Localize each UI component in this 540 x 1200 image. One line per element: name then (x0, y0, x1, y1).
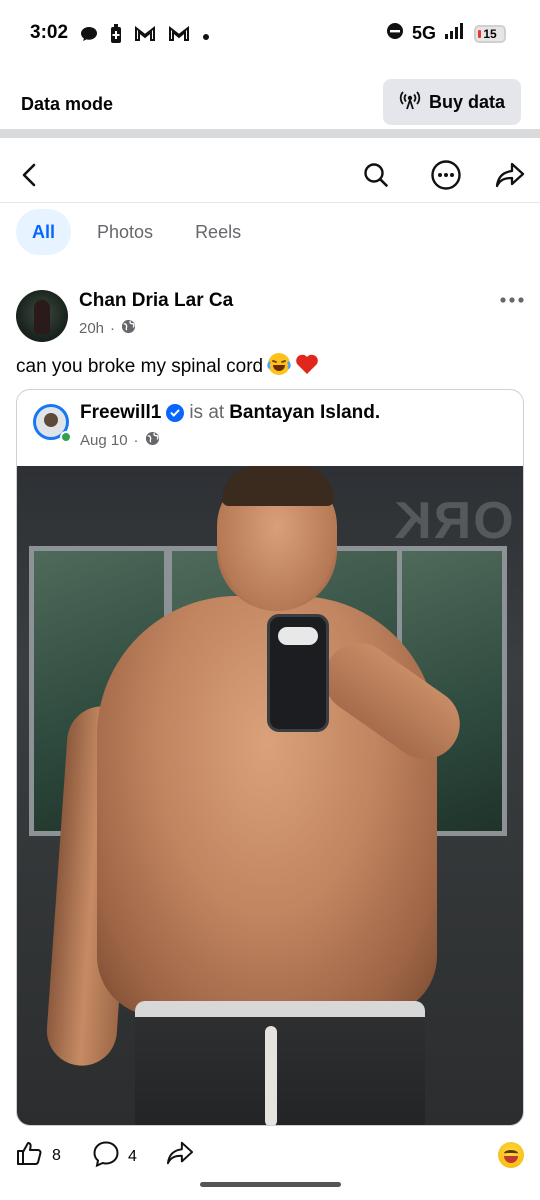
author-avatar[interactable] (16, 290, 68, 342)
more-horizontal-icon (499, 291, 525, 309)
do-not-disturb-icon (386, 22, 404, 45)
post-caption: can you broke my spinal cord (16, 356, 264, 377)
meta-separator: · (110, 320, 116, 337)
battery-saver-icon (110, 24, 122, 49)
thumbs-up-icon (16, 1140, 44, 1171)
shared-post-header: Freewill1 is at Bantayan Island. Aug 10 … (17, 390, 523, 466)
battery-icon: 15 (474, 24, 506, 43)
signal-icon (444, 22, 466, 45)
share-icon[interactable] (494, 159, 526, 191)
location-period: . (374, 402, 381, 423)
like-button[interactable]: 8 (16, 1140, 61, 1171)
globe-icon (145, 431, 160, 450)
post-more-button[interactable] (498, 290, 526, 310)
comment-count: 4 (128, 1147, 137, 1165)
home-indicator[interactable] (200, 1182, 341, 1187)
share-icon (166, 1140, 194, 1171)
shared-post-card[interactable]: Freewill1 is at Bantayan Island. Aug 10 … (16, 389, 524, 1126)
laughing-reaction-icon[interactable] (498, 1142, 524, 1168)
photo-drawstring (265, 1026, 277, 1125)
online-status-dot (60, 431, 72, 443)
gmail-icon (168, 25, 190, 47)
filter-tabs: All Photos Reels (16, 209, 257, 255)
buy-data-button[interactable]: Buy data (383, 79, 521, 125)
battery-level: 15 (483, 26, 497, 41)
comment-button[interactable]: 4 (92, 1140, 137, 1173)
laughing-crying-emoji (267, 352, 291, 382)
notification-icons (80, 24, 210, 49)
post-actions-bar: 8 4 (0, 1130, 540, 1180)
post-text: can you broke my spinal cord (16, 352, 319, 382)
photo-sign-text: ORK (392, 492, 514, 550)
gmail-icon (134, 25, 156, 47)
verified-badge-icon (166, 404, 185, 422)
globe-icon (121, 319, 136, 338)
share-post-button[interactable] (166, 1140, 194, 1171)
location-name: Bantayan Island (229, 402, 375, 423)
comment-icon (92, 1140, 120, 1173)
photo-hair (222, 466, 334, 506)
tab-reels[interactable]: Reels (179, 209, 257, 255)
shared-post-meta: Aug 10 · (80, 431, 160, 450)
chat-bubble-icon (80, 25, 98, 48)
shared-meta-separator: · (133, 432, 139, 449)
buy-data-label: Buy data (428, 91, 506, 112)
photo-phone (267, 614, 329, 732)
shared-post-date[interactable]: Aug 10 (80, 432, 128, 449)
search-icon[interactable] (360, 159, 392, 191)
like-count: 8 (52, 1146, 61, 1164)
dot-icon (202, 28, 210, 46)
post-meta: 20h · (79, 319, 136, 338)
network-label: 5G (411, 23, 436, 43)
post-time[interactable]: 20h (79, 320, 104, 337)
status-right: 5G 15 (386, 22, 506, 45)
location-link[interactable]: Bantayan Island. (229, 402, 380, 424)
broadcast-icon (399, 90, 421, 115)
data-mode-label: Data mode (21, 94, 114, 114)
status-time: 3:02 (30, 22, 69, 43)
tab-photos[interactable]: Photos (81, 209, 169, 255)
back-icon[interactable] (14, 159, 46, 191)
more-options-icon[interactable] (430, 159, 462, 191)
red-heart-emoji (295, 353, 319, 381)
author-name[interactable]: Chan Dria Lar Ca (79, 290, 233, 312)
status-bar: 3:02 5G 15 (0, 0, 540, 68)
top-nav-bar (0, 147, 540, 203)
is-at-text: is at (189, 402, 225, 423)
tab-all[interactable]: All (16, 209, 72, 255)
data-mode-bar: Data mode Buy data (0, 68, 540, 138)
shared-author-line: Freewill1 is at Bantayan Island. (80, 402, 380, 424)
photo-shorts (135, 1001, 425, 1125)
shared-author-name[interactable]: Freewill1 (80, 402, 161, 424)
post-header: Chan Dria Lar Ca 20h · (16, 290, 526, 346)
shared-post-photo[interactable]: ORK (17, 466, 523, 1125)
